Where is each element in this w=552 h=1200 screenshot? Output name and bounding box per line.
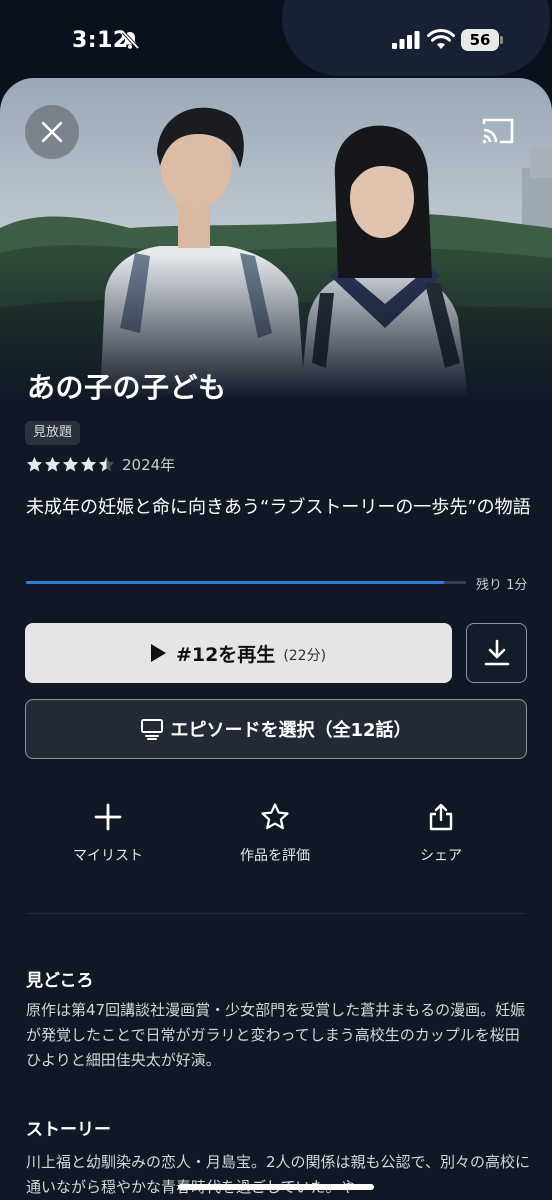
detail-sheet: あの子の子ども 見放題 2024年 未成年の妊娠と命に向きあう“ラブストーリーの… bbox=[0, 78, 552, 1200]
rate-title-label: 作品を評価 bbox=[240, 848, 310, 864]
battery-icon: 56 bbox=[461, 29, 503, 51]
my-list-button[interactable]: マイリスト bbox=[43, 802, 173, 872]
play-button[interactable]: #12を再生 (22分) bbox=[25, 623, 452, 683]
highlights-heading: 見どころ bbox=[26, 971, 94, 991]
star-filled-icon bbox=[44, 456, 61, 471]
availability-badge: 見放題 bbox=[25, 421, 81, 445]
highlights-text: 原作は第47回講談社漫画賞・少女部門を受賞した蒼井まもるの漫画。妊娠が発覚したこ… bbox=[26, 1001, 526, 1069]
section-divider bbox=[26, 913, 526, 914]
episode-list-icon bbox=[141, 719, 164, 740]
wifi-icon bbox=[427, 29, 455, 49]
download-button[interactable] bbox=[466, 623, 527, 683]
time-remaining: 残り 1分 bbox=[476, 578, 528, 593]
release-year: 2024年 bbox=[122, 455, 176, 474]
select-episode-label: エピソードを選択（全12話） bbox=[170, 720, 412, 741]
hero-still-image bbox=[0, 78, 552, 398]
select-episode-button[interactable]: エピソードを選択（全12話） bbox=[25, 699, 527, 759]
star-rating bbox=[26, 456, 116, 473]
cast-icon[interactable] bbox=[480, 116, 516, 146]
star-filled-icon bbox=[62, 456, 79, 471]
download-icon bbox=[484, 639, 510, 666]
share-button[interactable]: シェア bbox=[376, 802, 506, 872]
star-filled-icon bbox=[80, 456, 97, 471]
my-list-label: マイリスト bbox=[73, 848, 143, 864]
share-icon bbox=[429, 803, 453, 831]
battery-level: 56 bbox=[461, 29, 499, 51]
hero-image bbox=[0, 78, 552, 398]
cellular-signal-icon bbox=[392, 31, 420, 49]
star-outline-icon bbox=[261, 803, 289, 830]
play-duration: (22分) bbox=[283, 647, 327, 664]
rate-title-button[interactable]: 作品を評価 bbox=[210, 802, 340, 872]
screen: 3:12 56 あの子の子ども 見放題 2024年 未成年の妊娠と命に向きあう“… bbox=[0, 0, 552, 1200]
status-bar: 3:12 56 bbox=[0, 0, 552, 80]
watch-progress-fill bbox=[26, 581, 444, 584]
home-indicator[interactable] bbox=[178, 1184, 374, 1190]
bell-slash-icon bbox=[121, 30, 140, 50]
star-half-icon bbox=[98, 456, 115, 471]
close-icon bbox=[41, 121, 63, 143]
story-heading: ストーリー bbox=[26, 1120, 111, 1140]
share-label: シェア bbox=[420, 848, 462, 864]
close-button[interactable] bbox=[25, 105, 79, 159]
title: あの子の子ども bbox=[27, 371, 227, 404]
tagline: 未成年の妊娠と命に向きあう“ラブストーリーの一歩先”の物語 bbox=[26, 497, 531, 518]
play-icon bbox=[150, 644, 166, 662]
story-text: 川上福と幼馴染みの恋人・月島宝。2人の関係は親も公認で、別々の高校に通いながら穏… bbox=[26, 1153, 530, 1196]
play-button-label: #12を再生 bbox=[175, 643, 276, 666]
rating-row: 2024年 bbox=[26, 452, 175, 476]
watch-progress-bar bbox=[26, 581, 466, 584]
star-filled-icon bbox=[26, 456, 43, 471]
battery-cap bbox=[500, 36, 503, 44]
plus-icon bbox=[94, 803, 122, 831]
